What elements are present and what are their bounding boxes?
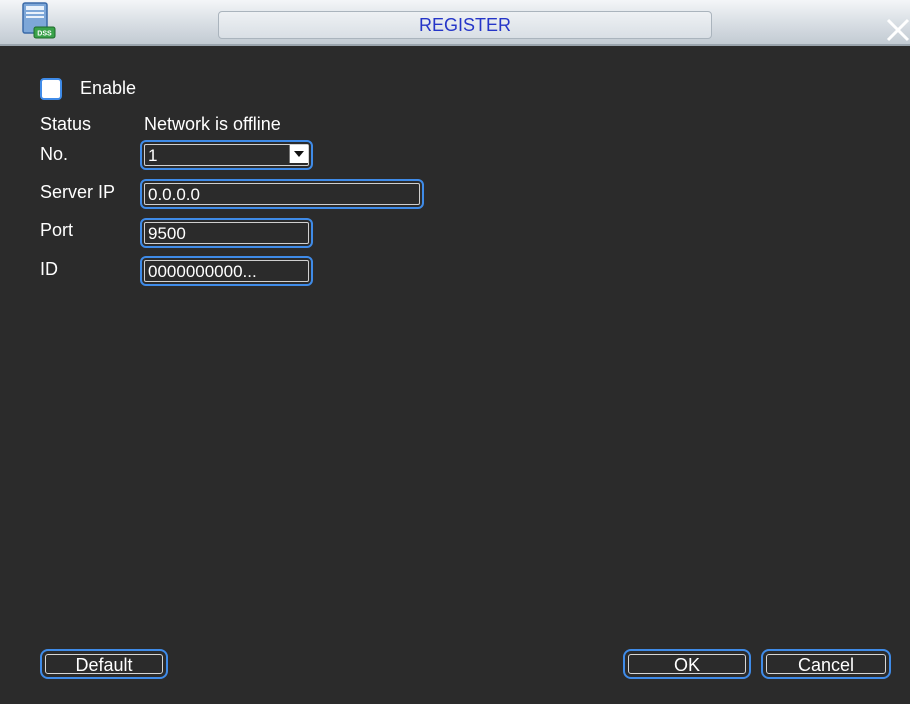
dialog-title: REGISTER xyxy=(418,14,511,35)
ok-button-label: OK xyxy=(628,654,746,675)
port-label: Port xyxy=(40,220,74,240)
dss-icon: DSS xyxy=(22,2,56,39)
enable-checkbox[interactable] xyxy=(40,78,62,100)
id-value: 0000000000... xyxy=(144,260,309,282)
server-ip-field[interactable]: 0.0.0.0 xyxy=(140,179,424,209)
close-icon[interactable] xyxy=(882,14,910,44)
port-value: 9500 xyxy=(144,222,309,244)
id-field[interactable]: 0000000000... xyxy=(140,256,313,286)
id-label: ID xyxy=(40,259,58,279)
number-select-value: 1 xyxy=(144,144,309,166)
chevron-down-icon[interactable] xyxy=(289,145,308,163)
svg-text:DSS: DSS xyxy=(37,31,52,38)
status-value: Network is offline xyxy=(144,114,281,134)
title-box: REGISTER xyxy=(218,11,712,39)
cancel-button[interactable]: Cancel xyxy=(761,649,891,679)
server-ip-value: 0.0.0.0 xyxy=(144,183,420,205)
number-select[interactable]: 1 xyxy=(140,140,313,170)
server-ip-label: Server IP xyxy=(40,182,116,202)
default-button[interactable]: Default xyxy=(40,649,168,679)
title-bar: DSS REGISTER xyxy=(0,0,910,46)
port-field[interactable]: 9500 xyxy=(140,218,313,248)
number-label: No. xyxy=(40,144,69,164)
default-button-label: Default xyxy=(45,654,163,675)
status-label: Status xyxy=(40,114,92,134)
register-dialog: DSS REGISTER Enable Status Network is of… xyxy=(0,0,910,704)
enable-label: Enable xyxy=(80,78,137,98)
ok-button[interactable]: OK xyxy=(623,649,751,679)
cancel-button-label: Cancel xyxy=(766,654,886,675)
